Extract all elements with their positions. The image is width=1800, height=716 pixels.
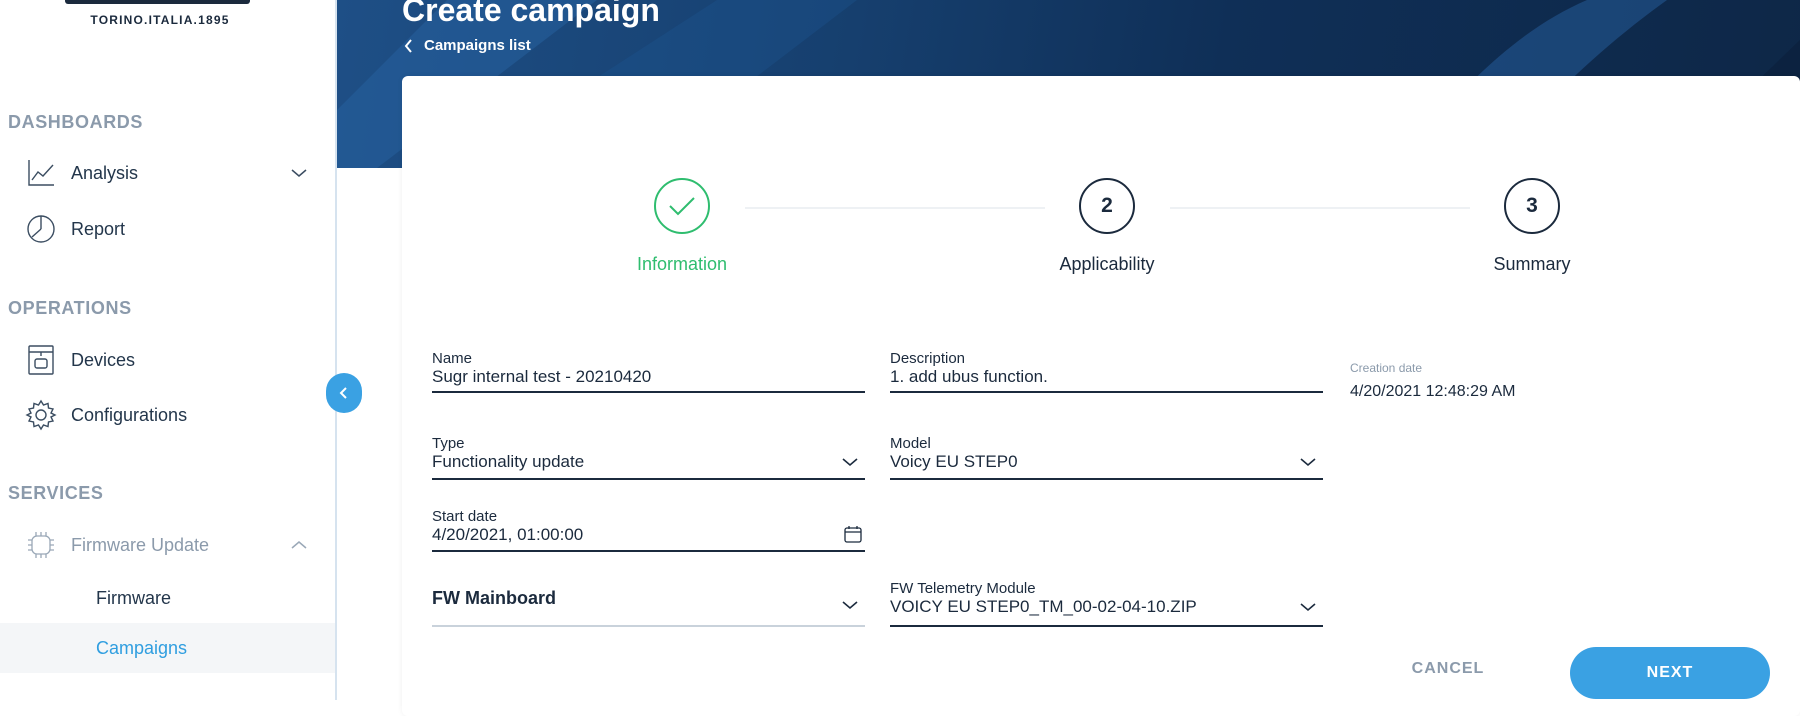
description-field-label: Description	[890, 350, 966, 367]
sidebar-item-campaigns[interactable]: Campaigns	[0, 623, 335, 673]
chevron-down-icon[interactable]	[841, 455, 859, 473]
step-1-circle[interactable]	[654, 178, 710, 234]
start-date-input[interactable]: 4/20/2021, 01:00:00	[432, 525, 583, 545]
name-input[interactable]: Sugr internal test - 20210420	[432, 367, 651, 387]
sidebar-item-report[interactable]: Report	[24, 207, 314, 251]
step-3-circle[interactable]: 3	[1504, 178, 1560, 234]
creation-date-value: 4/20/2021 12:48:29 AM	[1350, 383, 1516, 400]
step-2-circle[interactable]: 2	[1079, 178, 1135, 234]
description-field[interactable]: Description 1. add ubus function.	[890, 350, 1323, 395]
type-select-value[interactable]: Functionality update	[432, 452, 584, 472]
cancel-button[interactable]: CANCEL	[1398, 660, 1498, 688]
gear-icon	[24, 398, 58, 432]
fw-telemetry-label: FW Telemetry Module	[890, 580, 1036, 597]
back-to-campaigns-link[interactable]: Campaigns list	[404, 37, 531, 54]
sidebar-collapse-button[interactable]	[326, 373, 362, 413]
type-select[interactable]: Type Functionality update	[432, 435, 865, 482]
step-3-label: Summary	[1493, 254, 1571, 274]
field-underline	[890, 391, 1323, 393]
sidebar-item-configurations[interactable]: Configurations	[24, 393, 314, 437]
field-underline	[432, 550, 865, 552]
field-underline	[432, 625, 865, 627]
next-button[interactable]: NEXT	[1570, 647, 1770, 699]
name-field[interactable]: Name Sugr internal test - 20210420	[432, 350, 865, 395]
section-title-services: SERVICES	[8, 483, 104, 503]
section-title-dashboards: DASHBOARDS	[8, 112, 144, 132]
field-underline	[890, 625, 1323, 627]
chevron-down-icon[interactable]	[1299, 455, 1317, 473]
chip-icon	[24, 528, 58, 562]
fw-telemetry-select[interactable]: FW Telemetry Module VOICY EU STEP0_TM_00…	[890, 580, 1323, 628]
sidebar-item-devices[interactable]: Devices	[24, 338, 314, 382]
chevron-left-icon	[338, 385, 350, 401]
chevron-left-icon	[404, 38, 414, 54]
coffee-machine-icon	[24, 343, 58, 377]
model-select-value[interactable]: Voicy EU STEP0	[890, 452, 1018, 472]
sidebar-item-label: Firmware Update	[71, 534, 210, 555]
section-title-operations: OPERATIONS	[8, 298, 132, 318]
chevron-down-icon[interactable]	[1299, 600, 1317, 618]
sidebar-item-label: Report	[71, 218, 126, 239]
sidebar-item-label: Analysis	[71, 162, 139, 183]
model-field-label: Model	[890, 435, 931, 452]
model-select[interactable]: Model Voicy EU STEP0	[890, 435, 1323, 482]
stepper-connector	[745, 207, 1045, 209]
type-field-label: Type	[432, 435, 465, 452]
checkmark-icon	[667, 194, 697, 218]
description-input[interactable]: 1. add ubus function.	[890, 367, 1048, 387]
chevron-down-icon[interactable]	[841, 598, 859, 616]
back-link-label: Campaigns list	[424, 37, 531, 54]
creation-date-label: Creation date	[1350, 361, 1423, 375]
chevron-up-icon[interactable]	[290, 535, 308, 556]
logo-wordmark	[65, 0, 250, 4]
pie-chart-icon	[24, 212, 58, 246]
fw-mainboard-label: FW Mainboard	[432, 588, 556, 608]
calendar-icon[interactable]	[843, 524, 863, 549]
line-chart-icon	[24, 156, 58, 190]
field-underline	[890, 478, 1323, 480]
start-date-field[interactable]: Start date 4/20/2021, 01:00:00	[432, 508, 865, 554]
start-date-label: Start date	[432, 508, 498, 525]
sidebar-item-label: Configurations	[71, 404, 188, 425]
step-2-label: Applicability	[1059, 254, 1155, 274]
sidebar-item-label: Devices	[71, 349, 136, 370]
fw-telemetry-value[interactable]: VOICY EU STEP0_TM_00-02-04-10.ZIP	[890, 597, 1197, 617]
sidebar-item-firmware[interactable]: Firmware	[0, 573, 335, 623]
stepper-connector	[1170, 207, 1470, 209]
field-underline	[432, 478, 865, 480]
brand-tagline: TORINO.ITALIA.1895	[90, 13, 230, 27]
chevron-down-icon[interactable]	[290, 163, 308, 184]
sidebar-item-firmware-update[interactable]: Firmware Update	[24, 523, 314, 567]
page-title: Create campaign	[402, 0, 660, 28]
name-field-label: Name	[432, 350, 473, 367]
sidebar-item-analysis[interactable]: Analysis	[24, 151, 314, 195]
step-1-label: Information	[636, 254, 728, 274]
sidebar: TORINO.ITALIA.1895 DASHBOARDS Analysis R…	[0, 0, 337, 700]
fw-mainboard-select[interactable]: FW Mainboard	[432, 588, 865, 628]
field-underline	[432, 391, 865, 393]
